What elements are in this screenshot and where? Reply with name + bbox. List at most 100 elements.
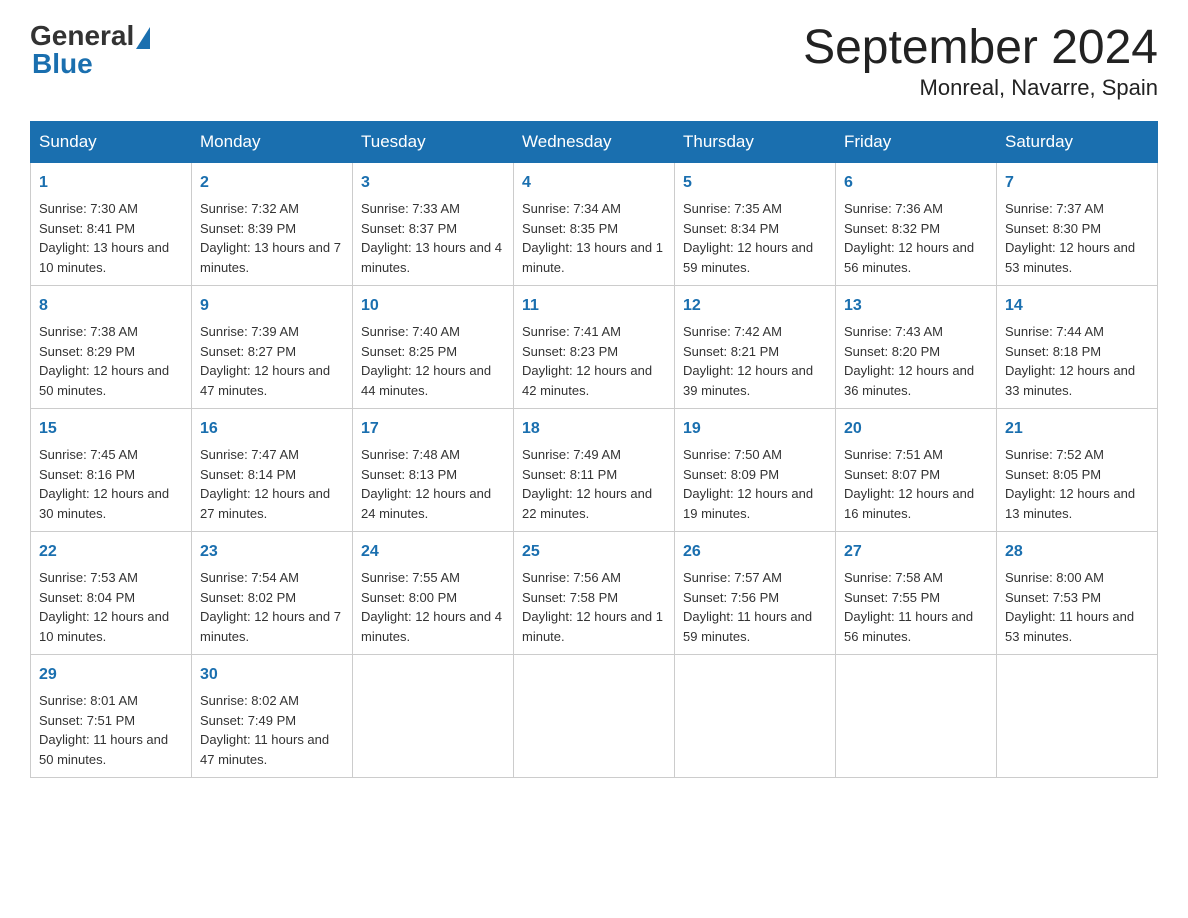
sunset-label: Sunset: 7:58 PM bbox=[522, 590, 618, 605]
daylight-label: Daylight: 12 hours and 44 minutes. bbox=[361, 363, 491, 398]
day-number: 18 bbox=[522, 417, 666, 441]
calendar-cell: 11 Sunrise: 7:41 AM Sunset: 8:23 PM Dayl… bbox=[514, 286, 675, 409]
calendar-header-row: Sunday Monday Tuesday Wednesday Thursday… bbox=[31, 122, 1158, 163]
calendar-cell: 4 Sunrise: 7:34 AM Sunset: 8:35 PM Dayli… bbox=[514, 163, 675, 286]
calendar-cell bbox=[675, 655, 836, 778]
calendar-cell bbox=[836, 655, 997, 778]
calendar-cell: 29 Sunrise: 8:01 AM Sunset: 7:51 PM Dayl… bbox=[31, 655, 192, 778]
header-saturday: Saturday bbox=[997, 122, 1158, 163]
day-number: 22 bbox=[39, 540, 183, 564]
sunrise-label: Sunrise: 7:42 AM bbox=[683, 324, 782, 339]
calendar-cell: 14 Sunrise: 7:44 AM Sunset: 8:18 PM Dayl… bbox=[997, 286, 1158, 409]
day-number: 8 bbox=[39, 294, 183, 318]
sunset-label: Sunset: 8:34 PM bbox=[683, 221, 779, 236]
daylight-label: Daylight: 12 hours and 10 minutes. bbox=[39, 609, 169, 644]
sunset-label: Sunset: 8:07 PM bbox=[844, 467, 940, 482]
sunrise-label: Sunrise: 7:32 AM bbox=[200, 201, 299, 216]
sunset-label: Sunset: 8:05 PM bbox=[1005, 467, 1101, 482]
sunrise-label: Sunrise: 7:49 AM bbox=[522, 447, 621, 462]
daylight-label: Daylight: 12 hours and 24 minutes. bbox=[361, 486, 491, 521]
sunset-label: Sunset: 8:09 PM bbox=[683, 467, 779, 482]
header-thursday: Thursday bbox=[675, 122, 836, 163]
sunrise-label: Sunrise: 7:40 AM bbox=[361, 324, 460, 339]
logo-blue-text: Blue bbox=[30, 48, 93, 80]
sunset-label: Sunset: 8:29 PM bbox=[39, 344, 135, 359]
daylight-label: Daylight: 11 hours and 47 minutes. bbox=[200, 732, 329, 767]
header-monday: Monday bbox=[192, 122, 353, 163]
sunrise-label: Sunrise: 7:52 AM bbox=[1005, 447, 1104, 462]
calendar-cell bbox=[353, 655, 514, 778]
day-number: 13 bbox=[844, 294, 988, 318]
page-header: General Blue September 2024 Monreal, Nav… bbox=[30, 20, 1158, 101]
week-row-5: 29 Sunrise: 8:01 AM Sunset: 7:51 PM Dayl… bbox=[31, 655, 1158, 778]
sunset-label: Sunset: 8:16 PM bbox=[39, 467, 135, 482]
title-section: September 2024 Monreal, Navarre, Spain bbox=[803, 20, 1158, 101]
sunrise-label: Sunrise: 7:36 AM bbox=[844, 201, 943, 216]
sunrise-label: Sunrise: 7:54 AM bbox=[200, 570, 299, 585]
daylight-label: Daylight: 12 hours and 50 minutes. bbox=[39, 363, 169, 398]
day-number: 6 bbox=[844, 171, 988, 195]
daylight-label: Daylight: 12 hours and 56 minutes. bbox=[844, 240, 974, 275]
daylight-label: Daylight: 12 hours and 1 minute. bbox=[522, 609, 663, 644]
day-number: 17 bbox=[361, 417, 505, 441]
calendar-cell: 12 Sunrise: 7:42 AM Sunset: 8:21 PM Dayl… bbox=[675, 286, 836, 409]
sunrise-label: Sunrise: 7:53 AM bbox=[39, 570, 138, 585]
calendar-cell: 28 Sunrise: 8:00 AM Sunset: 7:53 PM Dayl… bbox=[997, 532, 1158, 655]
calendar-cell: 8 Sunrise: 7:38 AM Sunset: 8:29 PM Dayli… bbox=[31, 286, 192, 409]
calendar-cell: 5 Sunrise: 7:35 AM Sunset: 8:34 PM Dayli… bbox=[675, 163, 836, 286]
sunset-label: Sunset: 7:51 PM bbox=[39, 713, 135, 728]
calendar-cell: 25 Sunrise: 7:56 AM Sunset: 7:58 PM Dayl… bbox=[514, 532, 675, 655]
day-number: 12 bbox=[683, 294, 827, 318]
sunrise-label: Sunrise: 7:50 AM bbox=[683, 447, 782, 462]
daylight-label: Daylight: 12 hours and 19 minutes. bbox=[683, 486, 813, 521]
calendar-cell: 2 Sunrise: 7:32 AM Sunset: 8:39 PM Dayli… bbox=[192, 163, 353, 286]
daylight-label: Daylight: 13 hours and 10 minutes. bbox=[39, 240, 169, 275]
sunset-label: Sunset: 8:30 PM bbox=[1005, 221, 1101, 236]
day-number: 27 bbox=[844, 540, 988, 564]
calendar-cell: 3 Sunrise: 7:33 AM Sunset: 8:37 PM Dayli… bbox=[353, 163, 514, 286]
day-number: 7 bbox=[1005, 171, 1149, 195]
daylight-label: Daylight: 11 hours and 59 minutes. bbox=[683, 609, 812, 644]
daylight-label: Daylight: 13 hours and 4 minutes. bbox=[361, 240, 502, 275]
sunrise-label: Sunrise: 7:39 AM bbox=[200, 324, 299, 339]
week-row-3: 15 Sunrise: 7:45 AM Sunset: 8:16 PM Dayl… bbox=[31, 409, 1158, 532]
sunset-label: Sunset: 8:13 PM bbox=[361, 467, 457, 482]
logo: General Blue bbox=[30, 20, 150, 80]
day-number: 28 bbox=[1005, 540, 1149, 564]
day-number: 21 bbox=[1005, 417, 1149, 441]
sunrise-label: Sunrise: 7:30 AM bbox=[39, 201, 138, 216]
sunset-label: Sunset: 8:20 PM bbox=[844, 344, 940, 359]
day-number: 30 bbox=[200, 663, 344, 687]
sunrise-label: Sunrise: 7:35 AM bbox=[683, 201, 782, 216]
calendar-cell: 17 Sunrise: 7:48 AM Sunset: 8:13 PM Dayl… bbox=[353, 409, 514, 532]
header-tuesday: Tuesday bbox=[353, 122, 514, 163]
week-row-4: 22 Sunrise: 7:53 AM Sunset: 8:04 PM Dayl… bbox=[31, 532, 1158, 655]
day-number: 1 bbox=[39, 171, 183, 195]
sunset-label: Sunset: 8:11 PM bbox=[522, 467, 617, 482]
daylight-label: Daylight: 11 hours and 56 minutes. bbox=[844, 609, 973, 644]
calendar-cell: 18 Sunrise: 7:49 AM Sunset: 8:11 PM Dayl… bbox=[514, 409, 675, 532]
sunrise-label: Sunrise: 8:00 AM bbox=[1005, 570, 1104, 585]
daylight-label: Daylight: 13 hours and 1 minute. bbox=[522, 240, 663, 275]
sunrise-label: Sunrise: 7:33 AM bbox=[361, 201, 460, 216]
sunset-label: Sunset: 7:53 PM bbox=[1005, 590, 1101, 605]
calendar-cell: 20 Sunrise: 7:51 AM Sunset: 8:07 PM Dayl… bbox=[836, 409, 997, 532]
daylight-label: Daylight: 12 hours and 30 minutes. bbox=[39, 486, 169, 521]
daylight-label: Daylight: 12 hours and 22 minutes. bbox=[522, 486, 652, 521]
sunset-label: Sunset: 8:14 PM bbox=[200, 467, 296, 482]
daylight-label: Daylight: 12 hours and 7 minutes. bbox=[200, 609, 341, 644]
sunrise-label: Sunrise: 7:55 AM bbox=[361, 570, 460, 585]
day-number: 9 bbox=[200, 294, 344, 318]
week-row-2: 8 Sunrise: 7:38 AM Sunset: 8:29 PM Dayli… bbox=[31, 286, 1158, 409]
daylight-label: Daylight: 12 hours and 39 minutes. bbox=[683, 363, 813, 398]
sunrise-label: Sunrise: 7:38 AM bbox=[39, 324, 138, 339]
calendar-cell: 24 Sunrise: 7:55 AM Sunset: 8:00 PM Dayl… bbox=[353, 532, 514, 655]
week-row-1: 1 Sunrise: 7:30 AM Sunset: 8:41 PM Dayli… bbox=[31, 163, 1158, 286]
daylight-label: Daylight: 12 hours and 53 minutes. bbox=[1005, 240, 1135, 275]
day-number: 5 bbox=[683, 171, 827, 195]
day-number: 16 bbox=[200, 417, 344, 441]
sunset-label: Sunset: 8:23 PM bbox=[522, 344, 618, 359]
sunrise-label: Sunrise: 7:56 AM bbox=[522, 570, 621, 585]
calendar-cell: 30 Sunrise: 8:02 AM Sunset: 7:49 PM Dayl… bbox=[192, 655, 353, 778]
sunset-label: Sunset: 8:25 PM bbox=[361, 344, 457, 359]
